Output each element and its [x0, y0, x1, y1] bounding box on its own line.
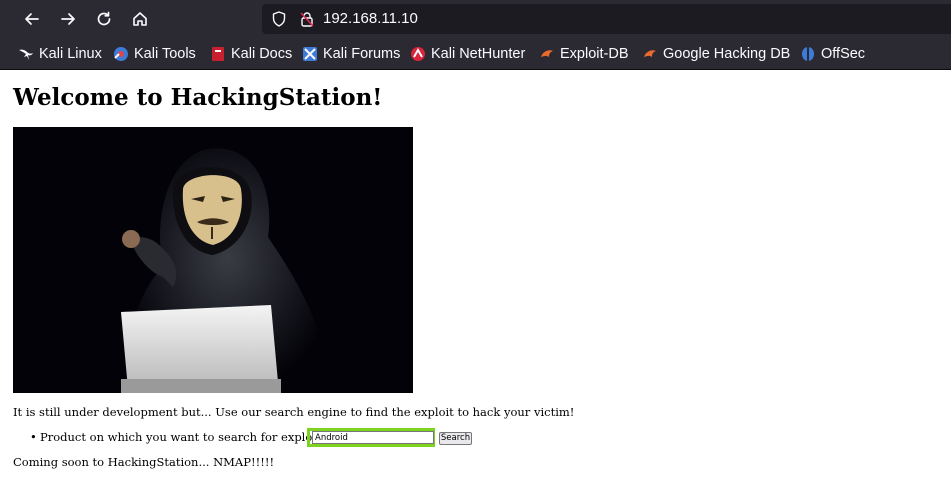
kali-nethunter-icon [411, 47, 425, 61]
search-label: Product on which you want to search for … [40, 430, 327, 444]
hooded-hacker-image [13, 127, 413, 393]
web-page: Welcome to HackingStation! It is still u… [0, 70, 951, 500]
bookmarks-toolbar: Kali Linux Kali Tools Kali Docs Kali For… [0, 38, 951, 70]
address-bar[interactable]: 192.168.11.10 [262, 4, 951, 34]
arrow-right-icon [61, 13, 75, 25]
home-icon [133, 12, 147, 26]
back-button[interactable] [18, 5, 46, 33]
shield-icon[interactable] [270, 10, 288, 28]
arrow-left-icon [25, 13, 39, 25]
reload-button[interactable] [90, 5, 118, 33]
browser-toolbar: 192.168.11.10 [0, 0, 951, 38]
intro-text: It is still under development but... Use… [13, 405, 575, 419]
bookmark-kali-forums[interactable]: Kali Forums [302, 44, 400, 64]
forward-button[interactable] [54, 5, 82, 33]
hooded-hacker-illustration [13, 127, 413, 393]
kali-forums-icon [303, 47, 317, 61]
bullet-icon: • [30, 430, 37, 444]
bookmark-kali-docs[interactable]: Kali Docs [210, 44, 292, 64]
footer-text: Coming soon to HackingStation... NMAP!!!… [13, 455, 275, 469]
insecure-lock-icon[interactable] [298, 10, 316, 28]
url-text[interactable]: 192.168.11.10 [323, 10, 418, 28]
exploit-db-icon [541, 50, 553, 57]
search-input[interactable] [312, 431, 434, 444]
page-title: Welcome to HackingStation! [13, 84, 383, 111]
reload-icon [97, 11, 111, 26]
bookmark-kali-nethunter[interactable]: Kali NetHunter [410, 44, 525, 64]
bookmark-exploit-db[interactable]: Exploit-DB [539, 44, 629, 64]
search-button[interactable]: Search [439, 432, 472, 445]
bookmark-google-hacking-db[interactable]: Google Hacking DB [642, 44, 790, 64]
bookmark-offsec[interactable]: OffSec [800, 44, 865, 64]
bookmark-kali-tools[interactable]: Kali Tools [113, 44, 196, 64]
google-hacking-db-icon [644, 50, 656, 57]
home-button[interactable] [126, 5, 154, 33]
bookmark-kali-linux[interactable]: Kali Linux [18, 44, 102, 64]
offsec-icon [802, 47, 814, 61]
kali-docs-icon [212, 47, 224, 61]
kali-dragon-icon [19, 49, 33, 60]
search-list-item: • Product on which you want to search for… [30, 430, 326, 444]
kali-tools-icon [114, 47, 128, 61]
